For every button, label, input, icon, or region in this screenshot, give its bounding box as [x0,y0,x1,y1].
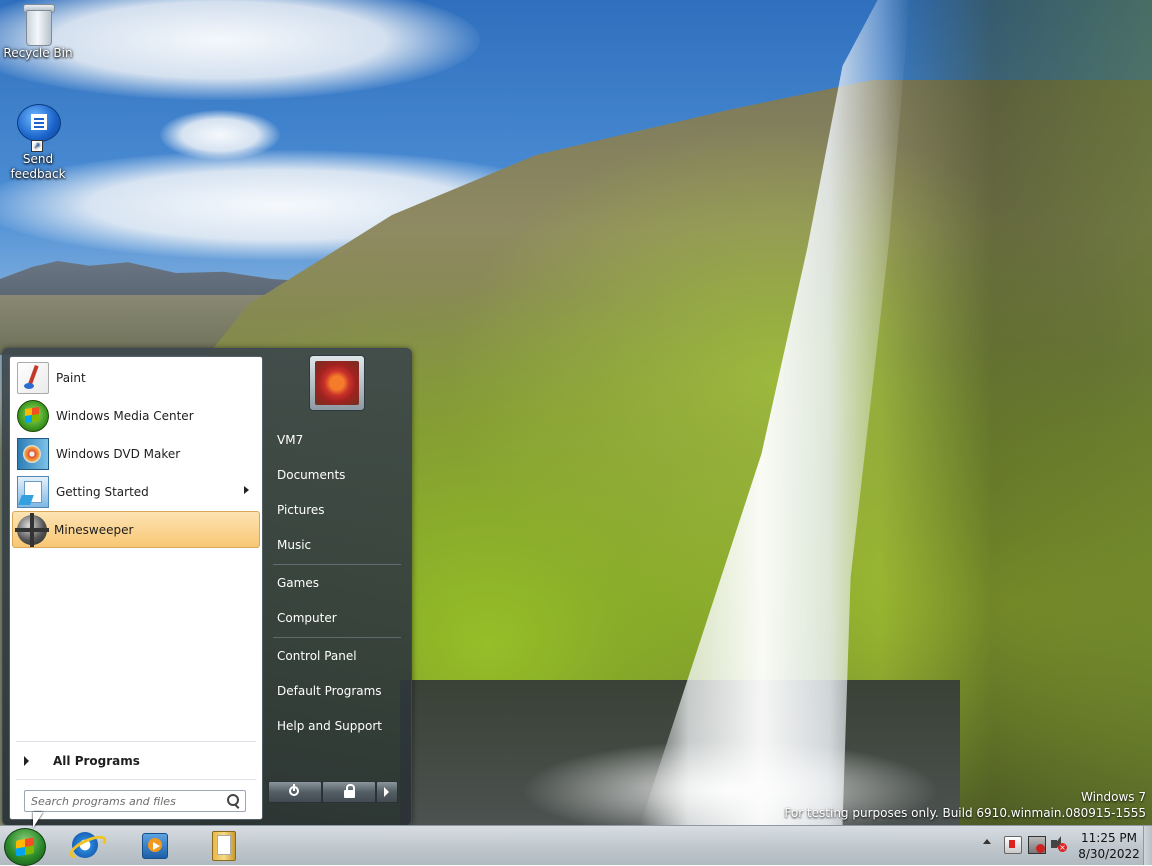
shortcut-arrow-icon: ↗ [31,140,43,152]
divider [16,779,256,780]
expand-arrow-icon [24,756,29,766]
start-link-label: Documents [277,468,346,482]
program-item-minesweeper[interactable]: Minesweeper [12,511,260,548]
divider [273,564,401,565]
clock-time: 11:25 PM [1081,831,1137,845]
action-center-icon[interactable] [1004,836,1022,854]
start-link-help-and-support[interactable]: Help and Support [271,713,409,739]
start-link-computer[interactable]: Computer [271,605,409,631]
desktop-icon-recycle-bin[interactable]: Recycle Bin [0,2,76,61]
desktop-icon-send-feedback[interactable]: ↗ Send feedback [0,104,76,182]
user-picture[interactable] [309,355,365,411]
divider [16,741,256,742]
desktop-icon-label: Recycle Bin [3,46,73,60]
media-center-icon [17,399,49,432]
wallpaper-cloud [160,110,280,160]
lock-button[interactable] [322,781,376,803]
getting-started-icon [17,475,49,508]
recycle-bin-icon [23,2,55,46]
start-link-label: Games [277,576,319,590]
start-link-label: Help and Support [277,719,382,733]
windows-media-player-icon [142,833,168,859]
desktop-icon-label: feedback [10,167,66,181]
shutdown-button[interactable] [268,781,322,803]
windows-build-watermark: Windows 7 For testing purposes only. Bui… [784,789,1146,821]
paint-icon [17,361,49,394]
taskbar-windows-media-player[interactable] [128,829,178,862]
programs-pane: Paint Windows Media Center Windows DVD M… [9,356,263,820]
network-icon[interactable] [1028,836,1046,854]
desktop-icon-label: Send [22,152,54,166]
taskbar-windows-explorer[interactable] [198,829,248,862]
start-link-documents[interactable]: Documents [271,462,409,488]
start-link-control-panel[interactable]: Control Panel [271,643,409,669]
search-input[interactable] [29,792,223,810]
program-item-windows-dvd-maker[interactable]: Windows DVD Maker [13,436,259,471]
all-programs-label: All Programs [53,754,140,768]
start-link-default-programs[interactable]: Default Programs [271,678,409,704]
start-menu: Paint Windows Media Center Windows DVD M… [2,348,412,826]
divider [273,637,401,638]
start-link-label: VM7 [277,433,304,447]
start-button[interactable] [4,828,46,866]
start-link-label: Computer [277,611,337,625]
minesweeper-icon [15,512,49,547]
program-label: Minesweeper [54,522,134,537]
mouse-cursor-icon [33,812,43,828]
start-link-label: Pictures [277,503,325,517]
start-link-pictures[interactable]: Pictures [271,497,409,523]
chevron-right-icon [384,787,389,797]
program-label: Getting Started [56,484,149,499]
start-link-games[interactable]: Games [271,570,409,596]
feedback-icon: ↗ [17,104,61,152]
starfish-picture-icon [315,361,359,405]
search-icon[interactable] [227,794,239,806]
lock-icon [344,784,355,798]
volume-muted-icon[interactable]: × [1050,836,1067,852]
search-box[interactable] [24,790,246,812]
dvd-maker-icon [17,437,49,470]
program-item-windows-media-center[interactable]: Windows Media Center [13,398,259,433]
program-item-paint[interactable]: Paint [13,360,259,395]
all-programs-button[interactable]: All Programs [18,749,254,773]
power-icon [289,784,299,796]
power-buttons [268,781,398,803]
watermark-title: Windows 7 [1080,790,1146,804]
start-link-label: Music [277,538,312,552]
start-link-vm7[interactable]: VM7 [271,427,409,453]
taskbar-internet-explorer[interactable] [58,829,108,862]
system-clock[interactable]: 11:25 PM 8/30/2022 [1074,830,1144,862]
program-label: Paint [56,370,86,385]
internet-explorer-icon [72,832,98,858]
submenu-arrow-icon [244,486,249,494]
program-label: Windows Media Center [56,408,194,423]
start-link-label: Default Programs [277,684,382,698]
windows-explorer-icon [212,831,236,861]
start-link-label: Control Panel [277,649,357,663]
program-item-getting-started[interactable]: Getting Started [13,474,259,509]
power-options-button[interactable] [376,781,398,803]
show-hidden-icons-arrow-icon[interactable] [983,839,991,844]
clock-date: 8/30/2022 [1078,847,1140,861]
program-label: Windows DVD Maker [56,446,181,461]
taskbar: × 11:25 PM 8/30/2022 [0,825,1152,866]
windows-logo-icon [16,837,34,857]
watermark-build: For testing purposes only. Build 6910.wi… [784,806,1146,820]
show-desktop-button[interactable] [1143,826,1152,865]
start-link-music[interactable]: Music [271,532,409,558]
